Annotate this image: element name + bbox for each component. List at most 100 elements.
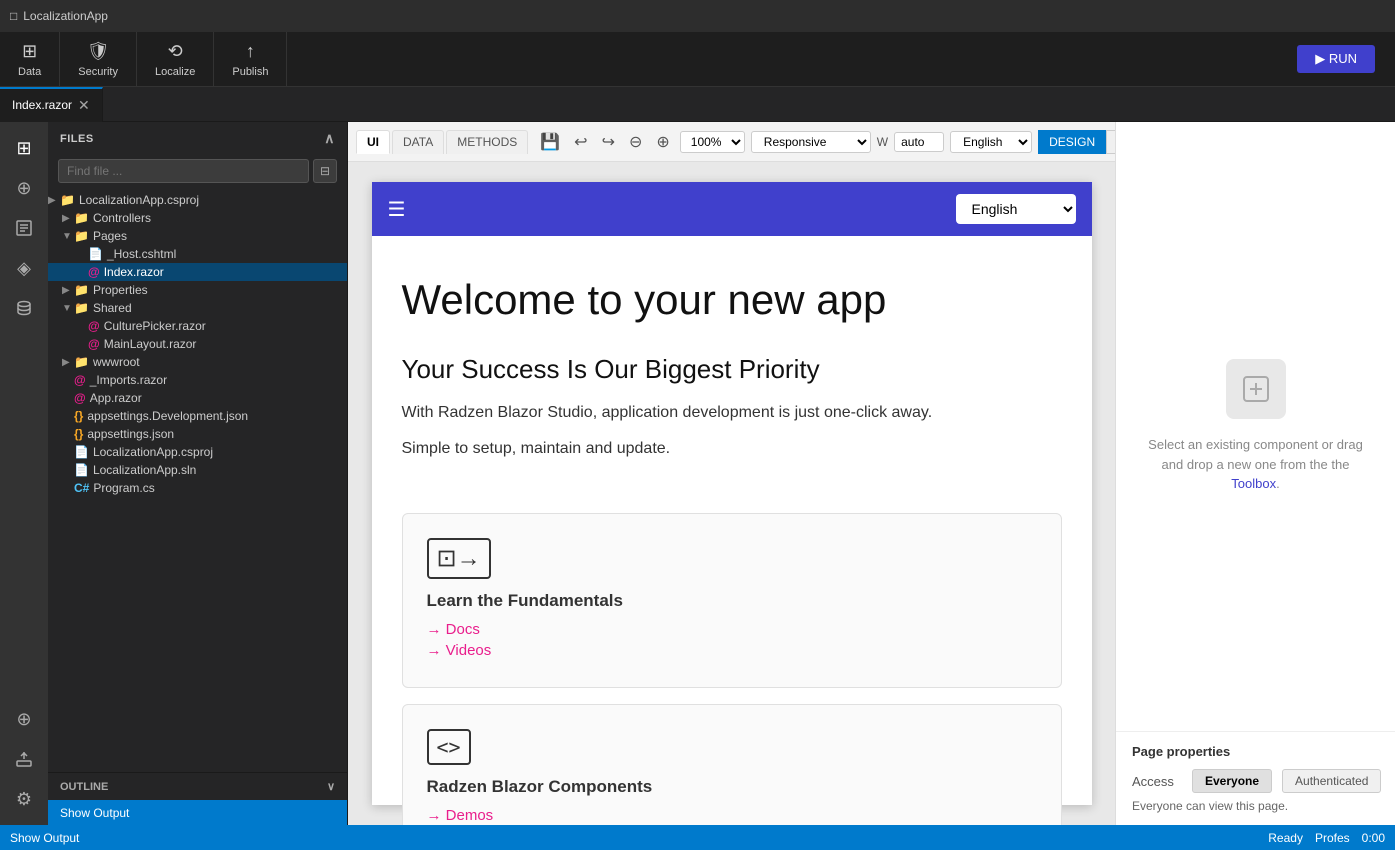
language-select[interactable]: English Spanish French xyxy=(950,131,1032,153)
tab-data[interactable]: DATA xyxy=(392,130,444,154)
redo-btn[interactable]: ↪ xyxy=(598,130,619,154)
responsive-select[interactable]: Responsive Mobile Tablet xyxy=(751,131,871,153)
activity-add[interactable]: ⊕ xyxy=(6,701,42,737)
hamburger-icon[interactable]: ☰ xyxy=(388,197,406,222)
tab-methods[interactable]: METHODS xyxy=(446,130,528,154)
learn-card: ⊡→ Learn the Fundamentals → Docs → Video… xyxy=(402,513,1062,688)
publish-toolbar-btn[interactable]: ↑ Publish xyxy=(214,32,287,87)
page-subtitle: Your Success Is Our Biggest Priority xyxy=(402,354,1062,385)
w-label: W xyxy=(877,135,888,149)
tree-item-localizationapp-csproj[interactable]: ▶ 📁 LocalizationApp.csproj + xyxy=(48,191,347,209)
editor-tabs: UI DATA METHODS xyxy=(356,130,528,154)
right-panel: Select an existing component or drag and… xyxy=(1115,122,1395,825)
tree-item-localizationapp-sln[interactable]: 📄 LocalizationApp.sln xyxy=(48,461,347,479)
tab-label: Index.razor xyxy=(12,98,72,112)
tab-index-razor[interactable]: Index.razor ✕ xyxy=(0,87,103,122)
status-profile: Profes xyxy=(1315,831,1350,845)
design-view-btn[interactable]: DESIGN xyxy=(1038,130,1106,154)
access-row: Access Everyone Authenticated xyxy=(1132,769,1379,793)
videos-link[interactable]: → Videos xyxy=(427,642,1037,659)
show-output-label: Show Output xyxy=(60,806,129,820)
outline-title: OUTLINE xyxy=(60,781,108,793)
publish-icon: ↑ xyxy=(246,41,255,62)
tree-item-program-cs[interactable]: C# Program.cs xyxy=(48,479,347,497)
top-toolbar: ⊞ Data 🛡 Security ⟲ Localize ↑ Publish ▶… xyxy=(0,32,1395,87)
authenticated-btn[interactable]: Authenticated xyxy=(1282,769,1381,793)
outline-bar: OUTLINE ∨ xyxy=(48,772,347,800)
tab-close-icon[interactable]: ✕ xyxy=(78,97,90,114)
toolbar-right: ▶ RUN xyxy=(1297,45,1395,73)
learn-card-icon: ⊡→ xyxy=(427,538,491,579)
localize-toolbar-btn[interactable]: ⟲ Localize xyxy=(137,32,214,87)
editor-area: UI DATA METHODS 💾 ↩ ↪ ⊖ ⊕ 100% 75% 50% 1… xyxy=(348,122,1115,825)
show-output-bar[interactable]: Show Output xyxy=(48,800,347,825)
everyone-btn[interactable]: Everyone xyxy=(1192,769,1272,793)
activity-data[interactable] xyxy=(6,290,42,326)
tree-item-appsettings-dev[interactable]: {} appsettings.Development.json xyxy=(48,407,347,425)
tree-item-culturepicker[interactable]: @ CulturePicker.razor xyxy=(48,317,347,335)
tree-item-appsettings[interactable]: {} appsettings.json xyxy=(48,425,347,443)
view-switcher: DESIGN SPLIT SOURCE xyxy=(1038,130,1115,154)
access-label: Access xyxy=(1132,774,1182,789)
tree-item-wwwroot[interactable]: ▶ 📁 wwwroot xyxy=(48,353,347,371)
activity-search[interactable]: ⊕ xyxy=(6,170,42,206)
outline-collapse-icon[interactable]: ∨ xyxy=(327,780,335,793)
status-show-output[interactable]: Show Output xyxy=(10,831,79,845)
activity-components[interactable]: ◈ xyxy=(6,250,42,286)
toolbox-link[interactable]: Toolbox xyxy=(1231,476,1276,491)
page-properties: Page properties Access Everyone Authenti… xyxy=(1116,731,1395,825)
save-icon-btn[interactable]: 💾 xyxy=(536,130,564,154)
tree-item-imports[interactable]: @ _Imports.razor xyxy=(48,371,347,389)
status-ready: Ready xyxy=(1268,831,1303,845)
page-main-title: Welcome to your new app xyxy=(402,276,1062,324)
tree-item-localizationapp-csproj2[interactable]: 📄 LocalizationApp.csproj xyxy=(48,443,347,461)
docs-link[interactable]: → Docs xyxy=(427,621,1037,638)
tree-item-app-razor[interactable]: @ App.razor xyxy=(48,389,347,407)
tree-item-shared[interactable]: ▼ 📁 Shared xyxy=(48,299,347,317)
sidebar-title: FILES xyxy=(60,133,94,145)
w-input[interactable] xyxy=(894,132,944,152)
data-icon: ⊞ xyxy=(22,41,37,62)
tree-item-controllers[interactable]: ▶ 📁 Controllers xyxy=(48,209,347,227)
access-info: Everyone can view this page. xyxy=(1132,799,1379,813)
activity-pages[interactable] xyxy=(6,210,42,246)
file-search-row: ⊟ xyxy=(58,159,337,183)
split-view-btn[interactable]: SPLIT xyxy=(1106,130,1115,154)
file-search-input[interactable] xyxy=(58,159,309,183)
tab-bar: Index.razor ✕ xyxy=(0,87,1395,122)
main-layout: ⊞ ⊕ ◈ ⊕ ⚙ FILES ∧ ⊟ ▶ xyxy=(0,122,1395,825)
card-grid: ⊡→ Learn the Fundamentals → Docs → Video… xyxy=(372,513,1092,825)
editor-toolbar-actions: 💾 ↩ ↪ ⊖ ⊕ 100% 75% 50% 150% Responsive M… xyxy=(536,130,1115,154)
page-desc-1: With Radzen Blazor Studio, application d… xyxy=(402,401,1062,425)
tab-ui[interactable]: UI xyxy=(356,130,390,154)
right-panel-placeholder: Select an existing component or drag and… xyxy=(1116,122,1395,731)
status-bar: Show Output Ready Profes 0:00 xyxy=(0,825,1395,850)
demos-link[interactable]: → Demos xyxy=(427,807,1037,824)
zoom-select[interactable]: 100% 75% 50% 150% xyxy=(680,131,745,153)
activity-deploy[interactable] xyxy=(6,741,42,777)
canvas-area: ☰ English Spanish Welcome to your new ap… xyxy=(348,162,1115,825)
activity-explorer[interactable]: ⊞ xyxy=(6,130,42,166)
tree-item-index-razor[interactable]: @ Index.razor xyxy=(48,263,347,281)
right-panel-placeholder-text: Select an existing component or drag and… xyxy=(1136,435,1375,494)
zoom-in-btn[interactable]: ⊕ xyxy=(652,130,673,154)
undo-btn[interactable]: ↩ xyxy=(570,130,591,154)
status-right: Ready Profes 0:00 xyxy=(1268,831,1385,845)
page-lang-dropdown[interactable]: English Spanish xyxy=(956,194,1076,224)
zoom-out-btn[interactable]: ⊖ xyxy=(625,130,646,154)
sidebar-header: FILES ∧ xyxy=(48,122,347,155)
tree-item-mainlayout[interactable]: @ MainLayout.razor xyxy=(48,335,347,353)
filter-btn[interactable]: ⊟ xyxy=(313,159,337,183)
tree-item-properties[interactable]: ▶ 📁 Properties xyxy=(48,281,347,299)
security-toolbar-btn[interactable]: 🛡 Security xyxy=(60,32,137,87)
components-card-title: Radzen Blazor Components xyxy=(427,777,1037,797)
status-left: Show Output xyxy=(10,831,79,845)
tree-item-pages[interactable]: ▼ 📁 Pages xyxy=(48,227,347,245)
app-icon: □ xyxy=(10,9,17,23)
run-button[interactable]: ▶ RUN xyxy=(1297,45,1375,73)
tree-item-host-cshtml[interactable]: 📄 _Host.cshtml xyxy=(48,245,347,263)
page-content: Welcome to your new app Your Success Is … xyxy=(372,236,1092,513)
data-toolbar-btn[interactable]: ⊞ Data xyxy=(0,32,60,87)
activity-settings[interactable]: ⚙ xyxy=(6,781,42,817)
sidebar-collapse-btn[interactable]: ∧ xyxy=(324,130,335,147)
